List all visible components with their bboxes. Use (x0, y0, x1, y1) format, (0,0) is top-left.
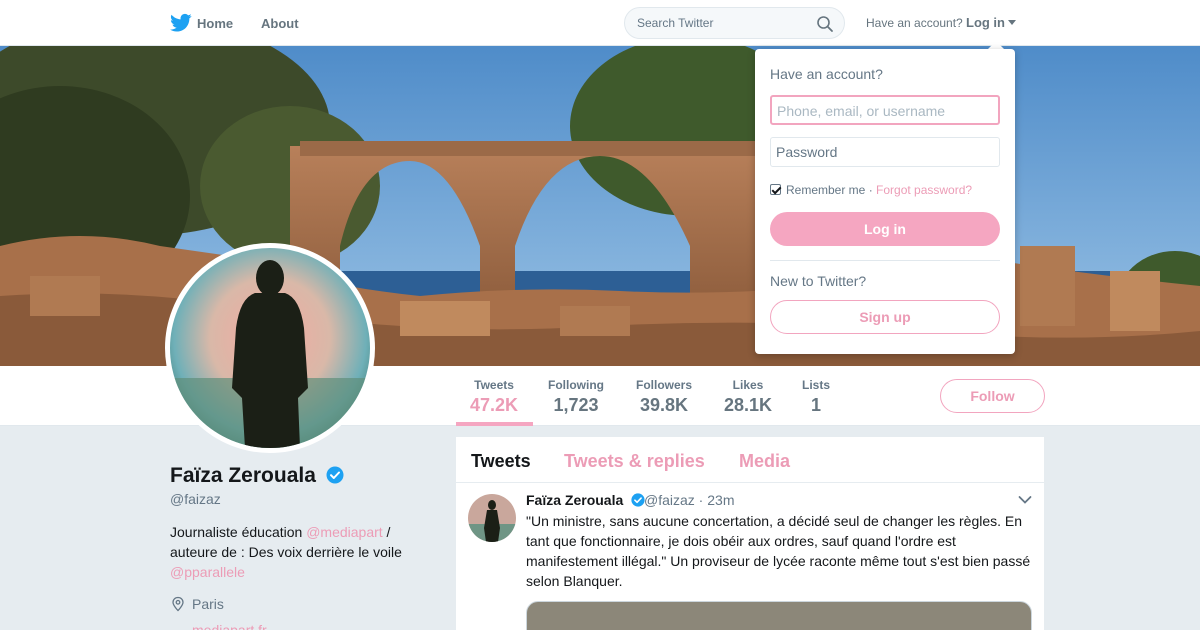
active-stat-underline (456, 422, 533, 426)
stat-likes-label: Likes (732, 378, 764, 392)
stat-lists-value: 1 (811, 395, 822, 415)
stat-lists-label: Lists (802, 378, 831, 392)
profile-handle[interactable]: @faizaz (170, 491, 221, 507)
bio-mention-pparallele[interactable]: @pparallele (170, 564, 245, 580)
tweet-time[interactable]: 23m (707, 492, 734, 508)
timeline-tabs: Tweets Tweets & replies Media (456, 437, 1044, 483)
dropdown-arrow (988, 41, 1004, 49)
forgot-password-link[interactable]: Forgot password? (876, 183, 972, 197)
timeline: Tweets Tweets & replies Media Faïza Zero… (456, 437, 1044, 630)
password-placeholder: Password (776, 144, 838, 160)
chevron-down-icon[interactable] (1018, 495, 1032, 505)
search-placeholder: Search Twitter (637, 16, 714, 30)
tweet-avatar[interactable] (468, 494, 516, 542)
stat-tweets-value: 47.2K (470, 395, 519, 415)
twitter-bird-icon[interactable] (170, 13, 192, 33)
nav-home-link[interactable]: Home (197, 16, 233, 31)
profile-location: Paris (170, 596, 224, 612)
stat-followers-label: Followers (636, 378, 693, 392)
stat-tweets-label: Tweets (474, 378, 514, 392)
nav-about-link[interactable]: About (261, 16, 299, 31)
tweet-meta: @faizaz · 23m (644, 492, 735, 508)
profile-name-text: Faïza Zerouala (170, 464, 316, 487)
username-placeholder: Phone, email, or username (777, 103, 946, 119)
search-icon[interactable] (816, 15, 834, 33)
follow-button[interactable]: Follow (940, 379, 1045, 413)
login-button[interactable]: Log in (770, 212, 1000, 246)
login-dropdown-toggle[interactable]: Log in (966, 15, 1016, 30)
new-to-twitter-text: New to Twitter? (770, 273, 867, 289)
profile-bio: Journaliste éducation @mediapart / auteu… (170, 522, 430, 582)
tweet-handle[interactable]: @faizaz (644, 492, 695, 508)
remember-me-label[interactable]: Remember me (786, 183, 865, 197)
profile-name: Faïza Zerouala (170, 464, 344, 488)
username-field[interactable]: Phone, email, or username (770, 95, 1000, 125)
profile-avatar[interactable] (165, 243, 375, 453)
stat-tweets[interactable]: Tweets 47.2K (470, 378, 518, 416)
have-account-text: Have an account? (866, 16, 963, 30)
tweet-author-name[interactable]: Faïza Zerouala (526, 492, 645, 508)
profile-website[interactable]: mediapart.fr (170, 622, 267, 630)
stat-likes-value: 28.1K (724, 395, 773, 415)
tweet-media-image[interactable] (526, 601, 1032, 630)
stat-following-value: 1,723 (553, 395, 599, 415)
dropdown-divider (770, 260, 1000, 261)
stat-lists[interactable]: Lists 1 (802, 378, 830, 416)
remember-me-checkbox[interactable] (770, 184, 781, 195)
tweet-author-text[interactable]: Faïza Zerouala (526, 492, 623, 508)
stat-likes[interactable]: Likes 28.1K (724, 378, 772, 416)
avatar-image (170, 248, 370, 448)
stat-following-label: Following (548, 378, 604, 392)
tab-tweets-replies[interactable]: Tweets & replies (564, 451, 705, 472)
location-text: Paris (192, 596, 224, 612)
login-dropdown: Have an account? Phone, email, or userna… (755, 49, 1015, 354)
tab-tweets[interactable]: Tweets (471, 451, 531, 472)
tab-media[interactable]: Media (739, 451, 790, 472)
bio-mention-mediapart[interactable]: @mediapart (306, 524, 382, 540)
bio-text-1: Journaliste éducation (170, 524, 307, 540)
verified-icon (326, 466, 344, 484)
tweet-text: "Un ministre, sans aucune concertation, … (526, 513, 1031, 589)
search-input[interactable]: Search Twitter (624, 7, 845, 39)
location-icon (172, 596, 184, 612)
dropdown-title: Have an account? (770, 66, 883, 82)
signup-button[interactable]: Sign up (770, 300, 1000, 334)
separator-dot: · (865, 183, 877, 197)
tweet-avatar-image (468, 494, 516, 542)
stat-following[interactable]: Following 1,723 (548, 378, 604, 416)
stat-followers[interactable]: Followers 39.8K (636, 378, 692, 416)
caret-down-icon (1008, 20, 1016, 25)
login-toggle-label[interactable]: Log in (966, 15, 1005, 30)
remember-me-row: Remember me · Forgot password? (770, 183, 972, 197)
website-text[interactable]: mediapart.fr (192, 622, 267, 630)
stat-followers-value: 39.8K (639, 395, 689, 415)
password-field[interactable]: Password (770, 137, 1000, 167)
top-nav: Home About Search Twitter Have an accoun… (0, 0, 1200, 46)
